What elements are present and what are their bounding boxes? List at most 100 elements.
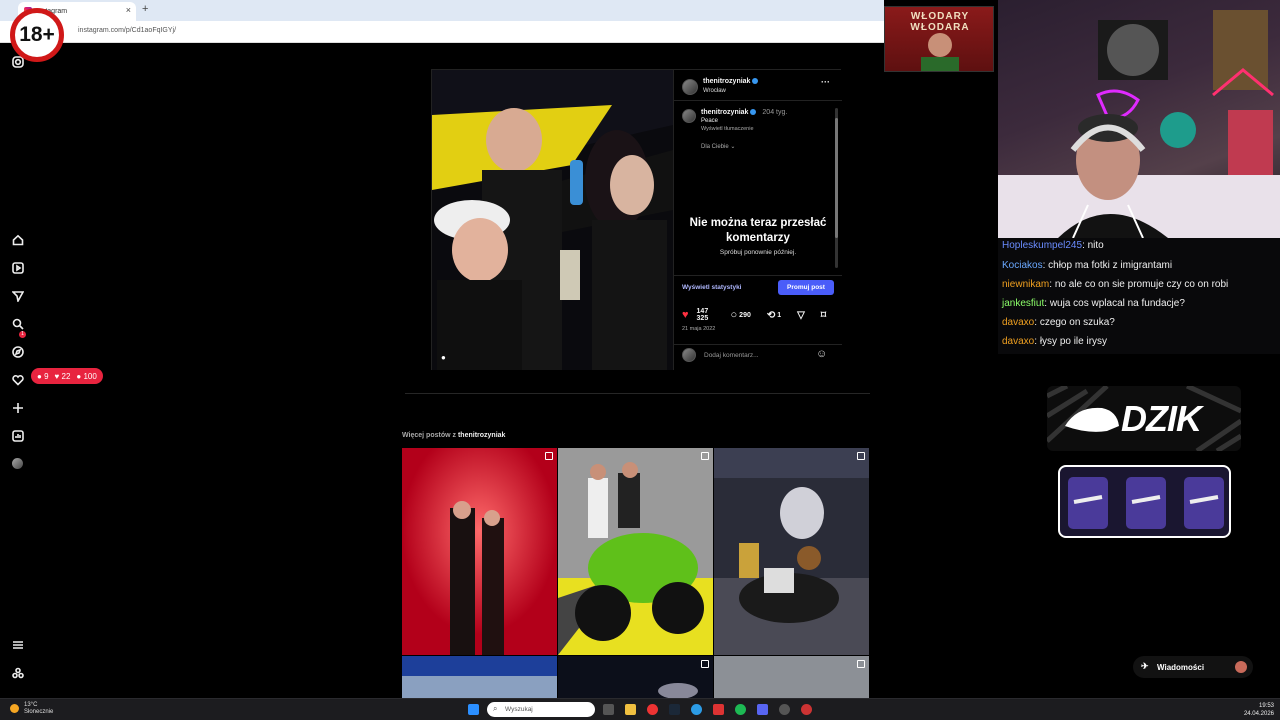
- sun-icon: [10, 704, 19, 713]
- direct-messages-icon[interactable]: [11, 289, 24, 302]
- energy-drink-ad: [1058, 465, 1231, 538]
- for-you-dropdown[interactable]: Dla Ciebie ⌄: [701, 143, 735, 150]
- multi-post-icon: [701, 452, 709, 460]
- new-tab-button[interactable]: +: [142, 3, 148, 15]
- multi-post-icon: [545, 452, 553, 460]
- spotify-icon[interactable]: [735, 704, 746, 715]
- chat-user-3: niewnikam: [1002, 279, 1050, 290]
- likes-count: ♥ 22: [54, 371, 71, 381]
- view-insights-link[interactable]: Wyświetl statystyki: [682, 284, 742, 291]
- comment-divider: [674, 344, 842, 345]
- header-divider: [674, 100, 842, 101]
- menu-icon[interactable]: [11, 638, 24, 651]
- multi-post-icon: [857, 452, 865, 460]
- url-text[interactable]: instagram.com/p/Cd1aoFqIGYj/: [78, 27, 176, 34]
- post-date: 21 maja 2022: [682, 326, 716, 332]
- clock-date: 24.04.2026: [1243, 711, 1274, 717]
- grid-post-1[interactable]: [402, 448, 557, 655]
- close-tab-icon[interactable]: ×: [126, 5, 131, 15]
- grid-post-3[interactable]: [714, 448, 869, 655]
- author-username[interactable]: thenitrozyniak: [703, 78, 759, 85]
- more-posts-heading: Więcej postów z thenitrozyniak: [402, 432, 506, 439]
- discord-icon[interactable]: [757, 704, 768, 715]
- author-avatar[interactable]: [682, 79, 698, 95]
- actions-divider: [674, 275, 842, 276]
- chat-user-4: jankesfiut: [1002, 298, 1045, 309]
- dzik-sponsor-logo: DZIK: [1047, 386, 1241, 451]
- save-button[interactable]: ⌑: [821, 310, 834, 321]
- start-icon[interactable]: [468, 704, 479, 715]
- promote-post-button[interactable]: Promuj post: [778, 280, 834, 295]
- app-icon[interactable]: [779, 704, 790, 715]
- chat-user-1: Hopleskumpel245: [1002, 240, 1083, 251]
- chat-message-4: jankesfiut: wuja cos wplacal na fundacje…: [1002, 298, 1185, 309]
- messages-label: Wiadomości: [1157, 662, 1205, 672]
- more-posts-user[interactable]: thenitrozyniak: [458, 432, 505, 439]
- multi-post-icon: [857, 660, 865, 668]
- instagram-sidebar: 1: [0, 43, 36, 698]
- comment-button[interactable]: ○ 290: [731, 309, 759, 321]
- activity-notification-pill[interactable]: ● 9 ♥ 22 ● 100: [31, 368, 103, 384]
- obs-icon[interactable]: [801, 704, 812, 715]
- weather-desc: Słonecznie: [24, 709, 54, 715]
- grid-post-6[interactable]: [714, 656, 869, 698]
- notifications-heart-icon[interactable]: [11, 373, 24, 386]
- address-bar[interactable]: instagram.com/p/Cd1aoFqIGYj/: [0, 21, 884, 43]
- post-photo[interactable]: ●: [432, 70, 673, 370]
- like-button[interactable]: ♥ 147 325: [682, 308, 723, 322]
- chat-user-6: davaxo: [1002, 336, 1035, 347]
- repost-button[interactable]: ⟲ 1: [767, 310, 789, 321]
- file-explorer-icon[interactable]: [625, 704, 636, 715]
- create-plus-icon[interactable]: [11, 401, 24, 414]
- search-icon[interactable]: [11, 317, 24, 330]
- repost-icon: ⟲: [766, 309, 776, 321]
- share-icon: ▽: [797, 309, 805, 321]
- caption-avatar[interactable]: [682, 109, 696, 123]
- grid-post-2[interactable]: [558, 448, 713, 655]
- section-divider: [405, 393, 870, 394]
- dzik-logo-text: DZIK: [1121, 398, 1202, 439]
- comment-input[interactable]: Dodaj komentarz...: [704, 352, 759, 359]
- windows-taskbar: 13°C Słonecznie ⌕ Wyszukaj 19:53 24.04.202…: [0, 698, 1280, 720]
- translate-link[interactable]: Wyświetl tłumaczenie: [701, 126, 754, 132]
- clock-time: 19:53: [1258, 703, 1274, 709]
- edge-icon[interactable]: [691, 704, 702, 715]
- chat-text-5: czego on szuka?: [1039, 317, 1115, 328]
- chat-message-2: Kociakos: chłop ma fotki z imigrantami: [1002, 260, 1173, 271]
- comment-error-subtitle: Spróbuj ponownie później.: [719, 249, 797, 256]
- messages-button[interactable]: ✈ Wiadomości: [1133, 656, 1253, 678]
- grid-post-4[interactable]: [402, 656, 557, 698]
- task-view-icon[interactable]: [603, 704, 614, 715]
- search-placeholder: Wyszukaj: [505, 706, 533, 713]
- browser-tab-bar: Instagram × +: [0, 0, 884, 21]
- chat-message-5: davaxo: czego on szuka?: [1002, 317, 1115, 328]
- more-options-icon[interactable]: ···: [821, 77, 830, 87]
- chrome-icon[interactable]: [647, 704, 658, 715]
- dashboard-icon[interactable]: [11, 429, 24, 442]
- verified-badge-icon: [752, 78, 759, 85]
- home-icon[interactable]: [11, 233, 24, 246]
- post-location[interactable]: Wrocław: [703, 88, 726, 94]
- chat-text-6: łysy po ile irysy: [1039, 336, 1108, 347]
- taskbar-search[interactable]: ⌕ Wyszukaj: [487, 702, 595, 717]
- chat-message-3: niewnikam: no ale co on sie promuje czy …: [1002, 279, 1229, 290]
- reels-icon[interactable]: [11, 261, 24, 274]
- explore-icon[interactable]: [11, 345, 24, 358]
- threads-apps-icon[interactable]: [11, 666, 24, 679]
- screen: Instagram × + instagram.com/p/Cd1aoFqIGY…: [0, 0, 1280, 720]
- profile-avatar-icon[interactable]: [11, 457, 24, 470]
- stream-chat: Hopleskumpel245: nito Kociakos: chłop ma…: [998, 238, 1280, 354]
- share-button[interactable]: ▽: [797, 310, 813, 321]
- messages-icon: ✈: [1141, 661, 1149, 671]
- emoji-icon[interactable]: ☺: [816, 348, 827, 360]
- dm-notification-badge: 1: [19, 331, 26, 338]
- heart-icon: ♥: [682, 309, 689, 321]
- tagged-people-icon[interactable]: ●: [441, 353, 446, 362]
- adobe-icon[interactable]: [713, 704, 724, 715]
- steam-icon[interactable]: [669, 704, 680, 715]
- caption-username[interactable]: thenitrozyniak 204 tyg.: [701, 109, 787, 116]
- chat-user-2: Kociakos: [1002, 260, 1043, 271]
- system-clock[interactable]: 19:53 24.04.2026: [1244, 702, 1274, 718]
- grid-post-5[interactable]: [558, 656, 713, 698]
- chat-text-4: wuja cos wplacal na fundacje?: [1049, 298, 1185, 309]
